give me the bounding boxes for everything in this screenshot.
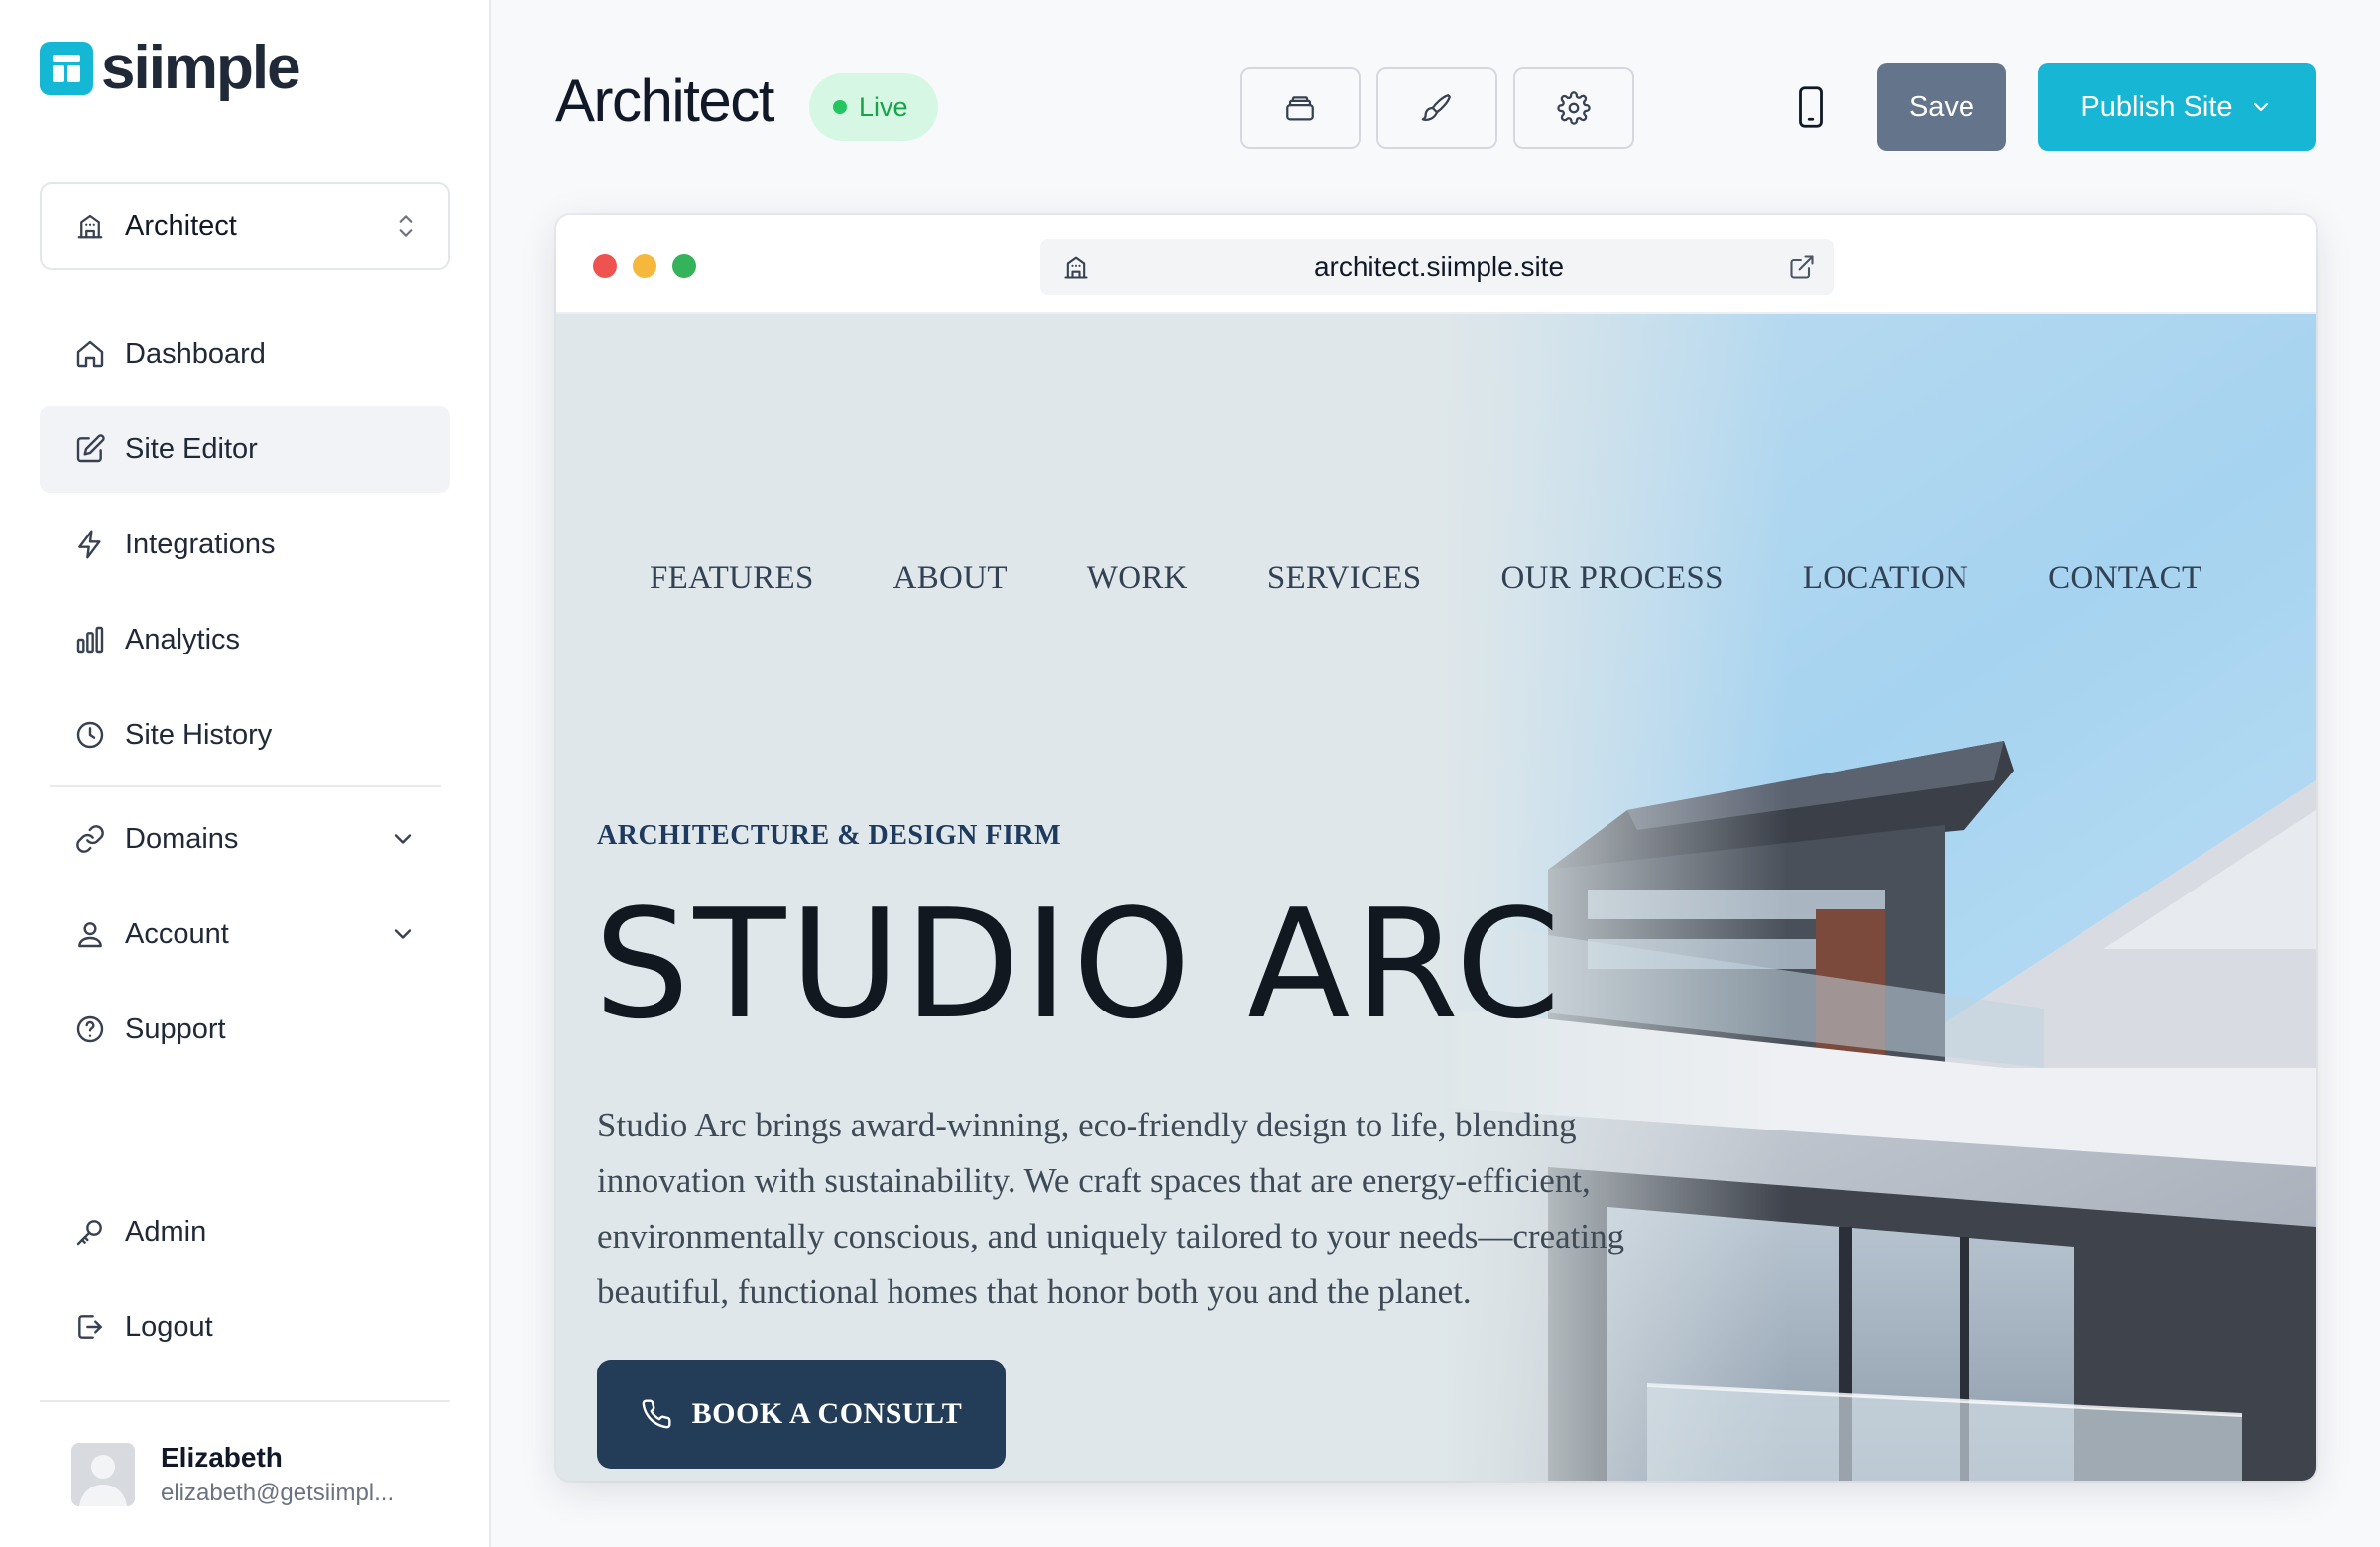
chevron-down-icon (389, 920, 416, 948)
sidebar-item-admin[interactable]: Admin (40, 1188, 450, 1275)
sidebar-nav-bottom: Admin Logout (40, 1188, 450, 1370)
site-nav: FEATURES ABOUT WORK SERVICES OUR PROCESS… (650, 560, 2202, 597)
key-icon (73, 1215, 107, 1249)
site-nav-our-process[interactable]: OUR PROCESS (1500, 560, 1723, 597)
sidebar-nav: Dashboard Site Editor Integrations Analy… (40, 310, 450, 778)
status-badge-label: Live (859, 91, 908, 122)
sidebar-item-analytics[interactable]: Analytics (40, 596, 450, 683)
sidebar-item-label: Support (125, 1012, 226, 1045)
home-icon (73, 337, 107, 371)
sidebar-item-dashboard[interactable]: Dashboard (40, 310, 450, 398)
link-icon (73, 822, 107, 856)
site-nav-contact[interactable]: CONTACT (2048, 560, 2202, 597)
hero-title: STUDIO ARC (594, 877, 1565, 1052)
sidebar-item-label: Integrations (125, 528, 276, 560)
sidebar-item-site-history[interactable]: Site History (40, 691, 450, 778)
sidebar-item-support[interactable]: Support (40, 986, 450, 1073)
external-link-icon[interactable] (1788, 253, 1816, 281)
sidebar-item-site-editor[interactable]: Site Editor (40, 406, 450, 493)
site-preview: architect.siimple.site FEATURES ABOUT WO… (556, 215, 2316, 1481)
url-bar[interactable]: architect.siimple.site (1040, 239, 1834, 295)
chevron-down-icon (2249, 95, 2273, 119)
user-profile[interactable]: Elizabeth elizabeth@getsiimpl... (40, 1400, 450, 1547)
app-logo[interactable]: siimple (40, 34, 301, 102)
settings-button[interactable] (1513, 67, 1634, 149)
window-minimize-dot (633, 254, 656, 278)
sidebar-item-label: Account (125, 917, 229, 950)
sidebar-item-integrations[interactable]: Integrations (40, 501, 450, 588)
sidebar-item-label: Site History (125, 718, 273, 751)
publish-site-button[interactable]: Publish Site (2038, 63, 2316, 151)
page-title: Architect (555, 67, 774, 134)
hero-eyebrow: ARCHITECTURE & DESIGN FIRM (597, 820, 1062, 851)
layers-button[interactable] (1240, 67, 1361, 149)
sidebar-item-label: Domains (125, 822, 239, 855)
theme-button[interactable] (1376, 67, 1497, 149)
sidebar: siimple Architect Dashboard Site Editor (0, 0, 491, 1547)
sidebar-item-label: Dashboard (125, 337, 266, 370)
gear-icon (1557, 91, 1591, 125)
user-name: Elizabeth (161, 1442, 283, 1473)
clock-icon (73, 718, 107, 752)
phone-icon (641, 1398, 672, 1430)
siimple-logo-icon (40, 42, 93, 95)
live-dot-icon (833, 100, 847, 114)
browser-bar: architect.siimple.site (556, 215, 2316, 314)
chevron-down-icon (389, 825, 416, 853)
sidebar-item-domains[interactable]: Domains (40, 795, 450, 883)
site-hero: FEATURES ABOUT WORK SERVICES OUR PROCESS… (556, 314, 2316, 1481)
bar-chart-icon (73, 623, 107, 656)
layers-icon (1283, 91, 1317, 125)
chevron-up-down-icon (393, 210, 418, 242)
sidebar-item-label: Admin (125, 1215, 207, 1248)
site-selector-label: Architect (125, 209, 237, 242)
site-nav-work[interactable]: WORK (1087, 560, 1188, 597)
site-nav-location[interactable]: LOCATION (1803, 560, 1968, 597)
site-selector[interactable]: Architect (40, 182, 450, 270)
publish-site-label: Publish Site (2081, 90, 2233, 123)
sidebar-item-label: Logout (125, 1310, 213, 1343)
sidebar-item-account[interactable]: Account (40, 891, 450, 978)
save-button[interactable]: Save (1877, 63, 2006, 151)
mobile-icon (1795, 86, 1827, 128)
mobile-preview-button[interactable] (1787, 83, 1835, 131)
sidebar-item-logout[interactable]: Logout (40, 1283, 450, 1370)
site-nav-about[interactable]: ABOUT (893, 560, 1008, 597)
user-email: elizabeth@getsiimpl... (161, 1480, 395, 1506)
sidebar-nav-secondary: Domains Account Support (40, 795, 450, 1073)
edit-icon (73, 432, 107, 466)
building-icon (75, 211, 105, 241)
book-consult-button[interactable]: BOOK A CONSULT (597, 1360, 1006, 1469)
avatar (71, 1443, 135, 1506)
sidebar-item-label: Analytics (125, 623, 241, 655)
site-url: architect.siimple.site (1313, 251, 1565, 282)
lightning-icon (73, 528, 107, 561)
site-nav-services[interactable]: SERVICES (1267, 560, 1422, 597)
user-icon (73, 917, 107, 951)
brush-icon (1420, 91, 1454, 125)
help-circle-icon (73, 1012, 107, 1046)
window-maximize-dot (672, 254, 696, 278)
building-icon (1062, 253, 1090, 281)
status-badge: Live (809, 73, 938, 141)
site-nav-features[interactable]: FEATURES (650, 560, 814, 597)
sidebar-divider (50, 785, 441, 787)
book-consult-label: BOOK A CONSULT (691, 1397, 963, 1430)
app-name: siimple (101, 34, 301, 102)
hero-description: Studio Arc brings award-winning, eco-fri… (597, 1106, 1625, 1311)
sidebar-item-label: Site Editor (125, 432, 258, 465)
window-close-dot (593, 254, 617, 278)
logout-icon (73, 1310, 107, 1344)
